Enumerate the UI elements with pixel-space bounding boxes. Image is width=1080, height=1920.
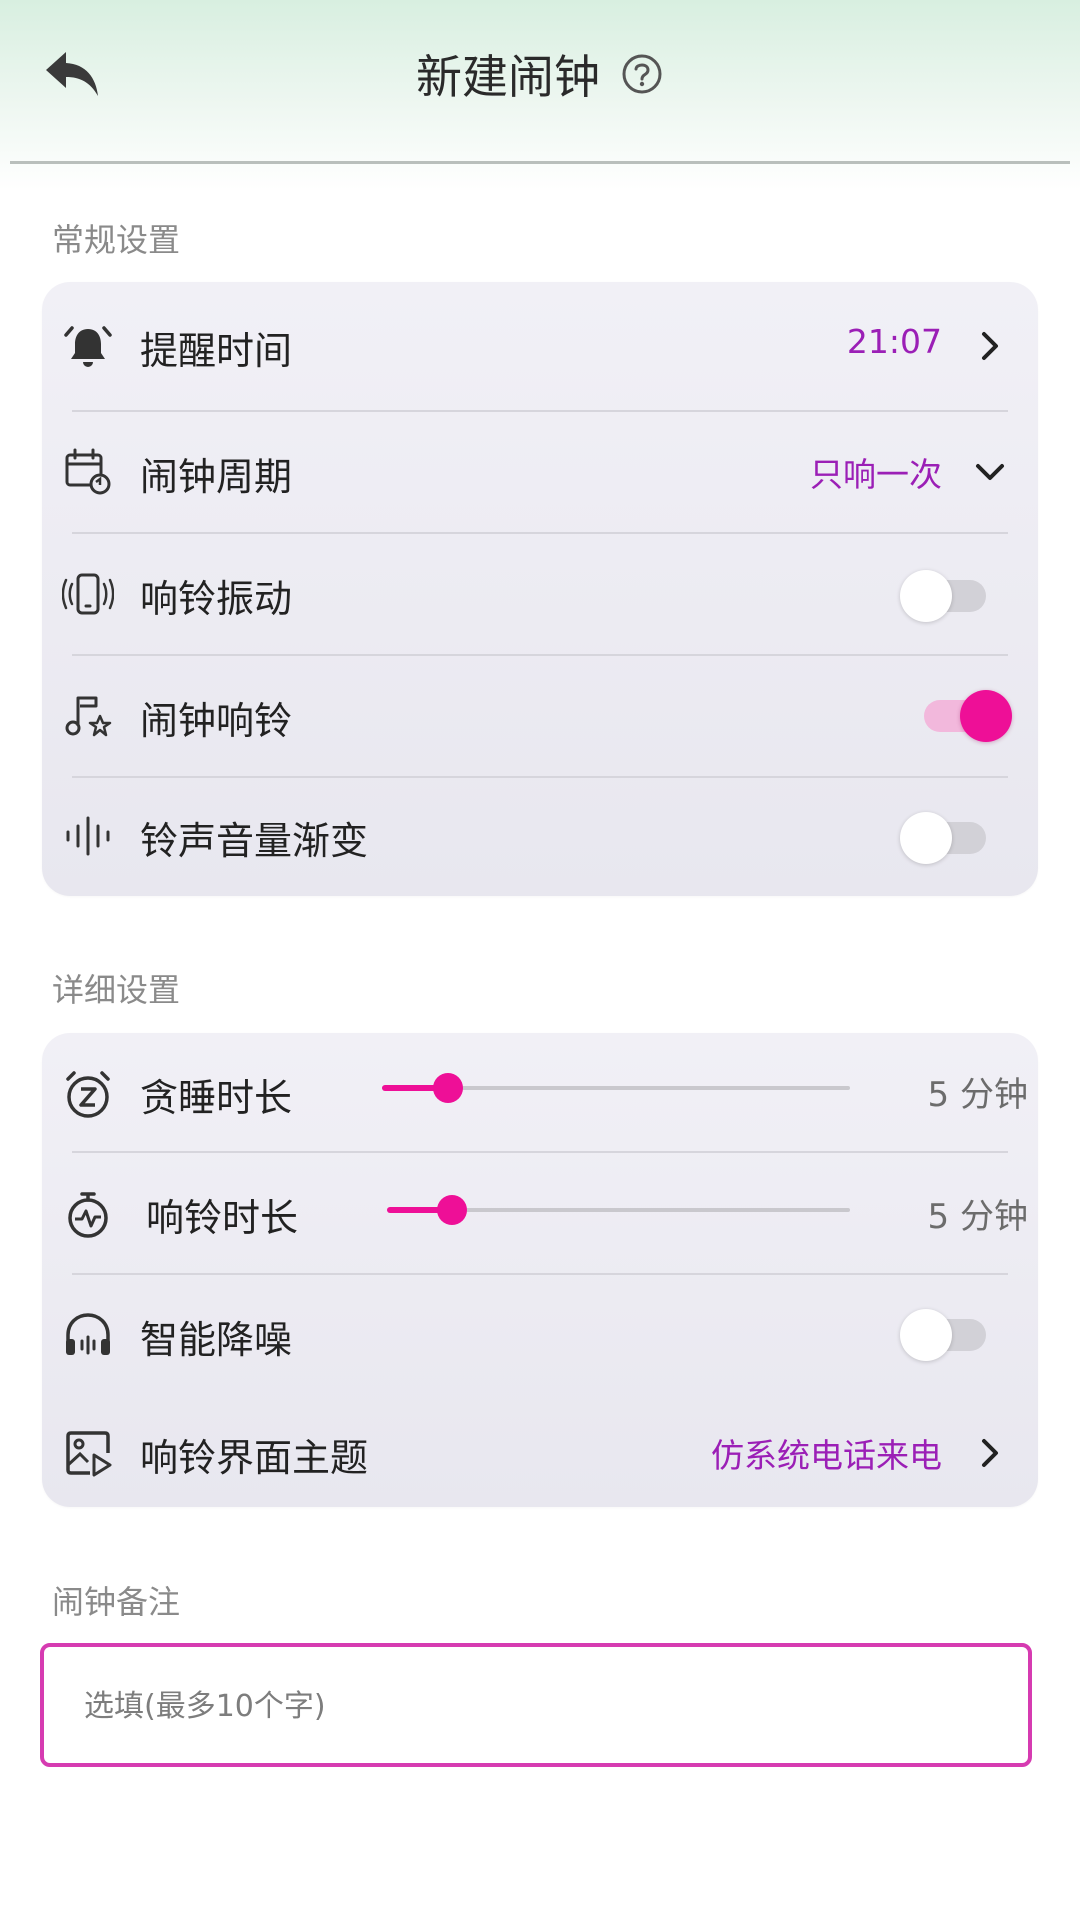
- ring-theme-label: 响铃界面主题: [140, 1436, 369, 1480]
- general-settings-card: 提醒时间 21:07 闹钟周期 只响一次 响铃振动 闹钟响铃 铃声音量渐变: [42, 282, 1038, 896]
- ring-theme-value[interactable]: 仿系统电话来电: [711, 1429, 942, 1477]
- help-circle-icon[interactable]: [620, 52, 664, 96]
- headphones-icon: [66, 1313, 110, 1355]
- phone-vibrate-icon: [62, 573, 114, 615]
- noise-reduction-toggle[interactable]: [900, 1309, 990, 1361]
- ring-duration-slider-thumb[interactable]: [436, 1195, 467, 1225]
- detail-settings-card: 贪睡时长 5 分钟 响铃时长 5 分钟 智能降噪 响铃界面主题 仿系统电话来电: [42, 1033, 1038, 1507]
- snooze-value: 5 分钟: [927, 1075, 1028, 1115]
- snooze-alarm-icon: [66, 1071, 110, 1118]
- ring-label: 闹钟响铃: [140, 699, 293, 743]
- noise-reduction-label: 智能降噪: [140, 1318, 293, 1362]
- remind-time-label: 提醒时间: [140, 329, 293, 373]
- ring-theme-row[interactable]: 响铃界面主题 仿系统电话来电: [42, 1393, 1038, 1507]
- remind-time-value[interactable]: 21:07: [847, 322, 942, 361]
- fade-in-toggle[interactable]: [900, 812, 990, 864]
- calendar-repeat-icon: [65, 448, 111, 495]
- period-label: 闹钟周期: [140, 455, 293, 499]
- image-play-icon: [66, 1431, 112, 1477]
- chevron-down-icon[interactable]: [972, 454, 1008, 490]
- note-input-box[interactable]: [40, 1643, 1032, 1767]
- section-title-note: 闹钟备注: [52, 1583, 181, 1621]
- header-bar: 新建闹钟: [0, 0, 1080, 190]
- fade-in-row: 铃声音量渐变: [42, 778, 1038, 896]
- noise-reduction-row: 智能降噪: [42, 1275, 1038, 1393]
- period-value[interactable]: 只响一次: [810, 448, 942, 496]
- chevron-right-icon: [982, 332, 998, 360]
- snooze-slider[interactable]: [382, 1073, 850, 1103]
- header-divider: [10, 161, 1070, 164]
- stopwatch-icon: [68, 1192, 108, 1238]
- snooze-label: 贪睡时长: [140, 1076, 293, 1120]
- ring-duration-slider[interactable]: [387, 1195, 850, 1225]
- ring-duration-row: 响铃时长 5 分钟: [42, 1153, 1038, 1273]
- ring-row: 闹钟响铃: [42, 656, 1038, 776]
- page-title: 新建闹钟: [416, 50, 600, 104]
- chevron-right-icon: [982, 1439, 998, 1467]
- section-title-detail: 详细设置: [52, 971, 181, 1009]
- music-note-icon: [65, 696, 112, 737]
- vibrate-toggle[interactable]: [900, 570, 990, 622]
- sound-wave-icon: [66, 816, 110, 856]
- note-input[interactable]: [82, 1647, 986, 1765]
- vibrate-row: 响铃振动: [42, 534, 1038, 654]
- fade-in-label: 铃声音量渐变: [140, 819, 369, 863]
- bell-icon: [64, 326, 112, 367]
- ring-duration-label: 响铃时长: [146, 1196, 299, 1240]
- ring-toggle[interactable]: [922, 690, 1012, 742]
- vibrate-label: 响铃振动: [140, 577, 293, 621]
- title-area: 新建闹钟: [0, 42, 1080, 106]
- snooze-row: 贪睡时长 5 分钟: [42, 1033, 1038, 1151]
- remind-time-row[interactable]: 提醒时间 21:07: [42, 282, 1038, 410]
- section-title-general: 常规设置: [52, 221, 181, 259]
- period-row[interactable]: 闹钟周期 只响一次: [42, 412, 1038, 532]
- ring-duration-value: 5 分钟: [927, 1197, 1028, 1237]
- snooze-slider-thumb[interactable]: [432, 1073, 463, 1103]
